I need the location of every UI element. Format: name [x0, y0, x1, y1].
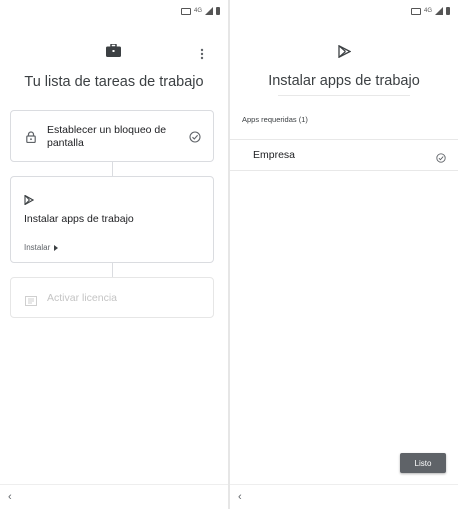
lock-icon: [26, 130, 36, 148]
nfc-icon: [180, 7, 191, 15]
task-label: Establecer un bloqueo de pantalla: [47, 124, 167, 149]
check-circle-icon: [436, 150, 446, 168]
install-link-label: Instalar: [24, 242, 51, 252]
network-4g-icon: 4G: [193, 8, 202, 14]
install-apps-screen: 4G Instalar apps de trabajo Apps requeri…: [230, 0, 458, 509]
signal-icon: [205, 2, 213, 20]
bottom-nav-bar: ‹: [0, 484, 228, 509]
arrow-right-icon: [54, 238, 59, 256]
page-title: Instalar apps de trabajo: [268, 73, 420, 89]
task-card-screen-lock[interactable]: Establecer un bloqueo de pantalla: [10, 110, 214, 162]
title-divider: [278, 95, 410, 96]
license-icon: [25, 293, 37, 311]
list-divider: [230, 170, 458, 171]
app-name: Empresa: [253, 149, 296, 161]
status-bar: 4G: [0, 0, 228, 15]
more-vert-icon[interactable]: [200, 47, 204, 65]
page-title: Tu lista de tareas de trabajo: [24, 74, 204, 90]
nfc-icon: [410, 7, 421, 15]
done-button[interactable]: Listo: [400, 453, 446, 473]
signal-icon: [435, 2, 443, 20]
connector-line: [112, 162, 113, 176]
connector-line: [112, 263, 113, 277]
status-bar: 4G: [230, 0, 458, 15]
section-header: Apps requeridas (1): [242, 115, 308, 124]
install-link[interactable]: Instalar: [24, 238, 59, 256]
play-store-icon: [24, 192, 35, 210]
battery-icon: [216, 7, 220, 15]
task-label: Activar licencia: [47, 292, 118, 304]
task-card-activate-license: Activar licencia: [10, 277, 214, 318]
briefcase-icon: [106, 43, 121, 62]
task-card-install-apps[interactable]: Instalar apps de trabajo Instalar: [10, 176, 214, 263]
check-circle-icon: [189, 130, 201, 148]
battery-icon: [446, 7, 450, 15]
app-row-empresa[interactable]: Empresa: [230, 140, 458, 170]
task-label: Instalar apps de trabajo: [24, 213, 134, 225]
back-arrow-icon[interactable]: ‹: [8, 491, 12, 503]
play-store-icon: [338, 44, 352, 63]
back-arrow-icon[interactable]: ‹: [238, 491, 242, 503]
network-4g-icon: 4G: [423, 8, 432, 14]
work-checklist-screen: 4G Tu lista de tareas de trabajo Estable…: [0, 0, 228, 509]
bottom-nav-bar: ‹: [230, 484, 458, 509]
